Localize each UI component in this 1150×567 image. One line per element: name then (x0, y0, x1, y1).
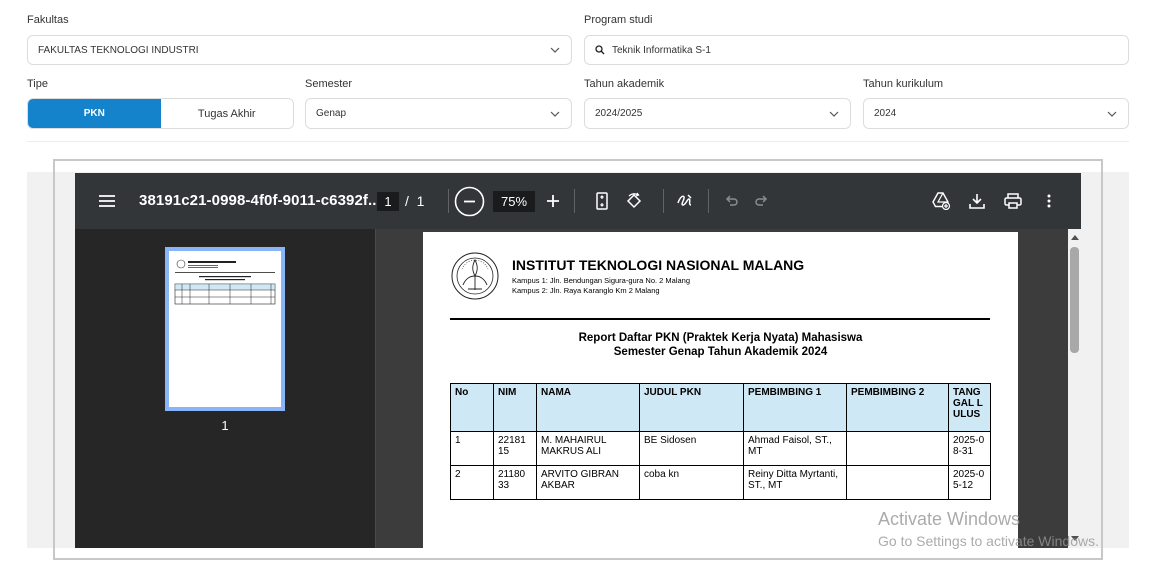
pdf-page: INSTITUT TEKNOLOGI NASIONAL MALANG Kampu… (423, 232, 1018, 548)
search-icon (595, 45, 605, 55)
table-cell (846, 465, 949, 500)
institution-logo (450, 251, 500, 306)
page-total: / 1 (405, 193, 424, 209)
scrollbar-thumb[interactable] (1070, 247, 1079, 353)
table-cell: 21180 33 (493, 465, 537, 500)
zoom-out-icon[interactable] (454, 186, 485, 217)
toolbar-separator (574, 189, 575, 213)
redo-icon[interactable] (754, 193, 770, 209)
activate-windows-subtitle: Go to Settings to activate Windows. (878, 533, 1099, 549)
column-header: JUDUL PKN (639, 383, 744, 432)
institution-name: INSTITUT TEKNOLOGI NASIONAL MALANG (512, 257, 805, 273)
fakultas-label: Fakultas (27, 14, 69, 26)
table-cell: 2025-0 8-31 (948, 431, 991, 466)
menu-icon[interactable] (97, 192, 117, 210)
table-header-row: No NIM NAMA JUDUL PKN PEMBIMBING 1 PEMBI… (450, 383, 991, 432)
tahun-akademik-label: Tahun akademik (584, 78, 665, 90)
activate-windows-title: Activate Windows (878, 509, 1021, 529)
page-separator: / (405, 193, 409, 209)
pdf-toolbar: 38191c21-0998-4f0f-9011-c6392f... 1 / 1 … (75, 173, 1081, 229)
rotate-icon[interactable] (624, 191, 644, 211)
table-cell: coba kn (639, 465, 744, 500)
semester-label: Semester (305, 78, 353, 90)
program-studi-value: Teknik Informatika S-1 (612, 44, 711, 56)
column-header: NAMA (536, 383, 640, 432)
tahun-kurikulum-value: 2024 (874, 108, 897, 119)
program-studi-label: Program studi (584, 14, 653, 26)
table-cell: 22181 15 (493, 431, 537, 466)
program-studi-search-input[interactable]: Teknik Informatika S-1 (584, 35, 1129, 65)
annotate-icon[interactable] (675, 191, 695, 211)
table-cell: 1 (450, 431, 494, 466)
column-header: PEMBIMBING 2 (846, 383, 949, 432)
vertical-scrollbar[interactable] (1068, 229, 1081, 548)
column-header: NIM (493, 383, 537, 432)
tipe-toggle: PKN Tugas Akhir (27, 98, 294, 129)
divider (27, 141, 1129, 142)
zoom-in-icon[interactable] (545, 193, 561, 209)
undo-icon[interactable] (723, 193, 739, 209)
print-icon[interactable] (1003, 191, 1023, 211)
document-name: 38191c21-0998-4f0f-9011-c6392f... (139, 192, 381, 209)
address-campus-1: Kampus 1: Jln. Bendungan Sigura-gura No.… (512, 276, 691, 285)
toolbar-separator (663, 189, 664, 213)
page-number-input[interactable]: 1 (377, 192, 399, 211)
chevron-down-icon (828, 108, 840, 120)
more-icon[interactable] (1041, 191, 1057, 211)
toolbar-separator (448, 189, 449, 213)
tahun-kurikulum-label: Tahun kurikulum (863, 78, 944, 90)
table-cell: 2025-0 5-12 (948, 465, 991, 500)
column-header: TANG GAL L ULUS (948, 383, 991, 432)
pdf-viewer: 38191c21-0998-4f0f-9011-c6392f... 1 / 1 … (75, 173, 1081, 548)
toolbar-separator (708, 189, 709, 213)
tipe-label: Tipe (27, 78, 48, 90)
report-subtitle: Semester Genap Tahun Akademik 2024 (613, 346, 828, 358)
page-thumbnail[interactable] (165, 247, 285, 411)
scroll-up-icon[interactable] (1070, 233, 1079, 242)
semester-select[interactable]: Genap (305, 98, 572, 129)
table-cell (846, 431, 949, 466)
table-cell: ARVITO GIBRAN AKBAR (536, 465, 640, 500)
header-rule (450, 318, 990, 320)
chevron-down-icon (1106, 108, 1118, 120)
table-cell: Reiny Ditta Myrtanti, ST., MT (743, 465, 847, 500)
fakultas-select[interactable]: FAKULTAS TEKNOLOGI INDUSTRI (27, 35, 572, 65)
fit-page-icon[interactable] (593, 191, 611, 211)
table-cell: BE Sidosen (639, 431, 744, 466)
tahun-kurikulum-select[interactable]: 2024 (863, 98, 1129, 129)
column-header: No (450, 383, 494, 432)
page-total-value: 1 (416, 193, 425, 209)
thumbnail-page-number: 1 (221, 418, 229, 433)
table-row: 1 22181 15 M. MAHAIRUL MAKRUS ALI BE Sid… (450, 431, 991, 466)
table-cell: Ahmad Faisol, ST., MT (743, 431, 847, 466)
chevron-down-icon (549, 44, 561, 56)
table-cell: M. MAHAIRUL MAKRUS ALI (536, 431, 640, 466)
tipe-option-tugas-akhir[interactable]: Tugas Akhir (160, 99, 293, 128)
tipe-option-pkn[interactable]: PKN (28, 99, 161, 128)
tahun-akademik-select[interactable]: 2024/2025 (584, 98, 851, 129)
address-campus-2: Kampus 2: Jln. Raya Karanglo Km 2 Malang (512, 286, 660, 295)
zoom-level-input[interactable]: 75% (493, 191, 535, 212)
report-title: Report Daftar PKN (Praktek Kerja Nyata) … (578, 332, 863, 344)
tahun-akademik-value: 2024/2025 (595, 108, 643, 119)
semester-value: Genap (316, 108, 347, 119)
report-table: No NIM NAMA JUDUL PKN PEMBIMBING 1 PEMBI… (450, 383, 991, 500)
table-row: 2 21180 33 ARVITO GIBRAN AKBAR coba kn R… (450, 465, 991, 500)
thumbnail-sidebar: 1 (75, 229, 375, 548)
table-cell: 2 (450, 465, 494, 500)
chevron-down-icon (549, 108, 561, 120)
column-header: PEMBIMBING 1 (743, 383, 847, 432)
save-to-drive-icon[interactable] (931, 191, 951, 211)
download-icon[interactable] (968, 191, 986, 211)
fakultas-value: FAKULTAS TEKNOLOGI INDUSTRI (38, 44, 199, 56)
